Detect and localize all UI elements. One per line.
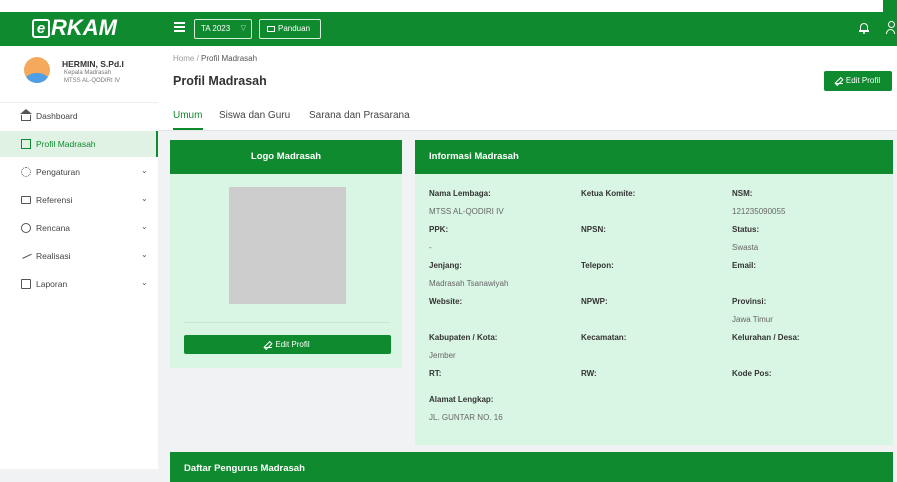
sidebar-item-realisasi[interactable]: Realisasi ⌄	[0, 243, 158, 269]
trend-icon	[20, 249, 32, 259]
folder-icon	[21, 196, 31, 204]
field-label-telepon: Telepon:	[581, 261, 614, 270]
breadcrumb-current: Profil Madrasah	[201, 54, 258, 63]
app-logo[interactable]: e RKAM	[32, 14, 117, 42]
grid-icon	[21, 139, 31, 149]
edit-profil-label: Edit Profil	[845, 76, 881, 85]
panduan-label: Panduan	[278, 24, 311, 33]
chevron-down-icon: ⌄	[141, 222, 148, 231]
user-icon[interactable]	[886, 21, 895, 34]
sidebar: HERMIN, S.Pd.I Kepala Madrasah MTSS AL-Q…	[0, 46, 158, 469]
field-label-kecamatan: Kecamatan:	[581, 333, 627, 342]
field-label-rw: RW:	[581, 369, 597, 378]
fiscal-year-value: TA 2023	[201, 24, 231, 33]
logo-text: RKAM	[51, 15, 117, 40]
sidebar-item-label: Realisasi	[36, 251, 71, 261]
user-name: HERMIN, S.Pd.I	[62, 59, 124, 69]
field-value-jenjang: Madrasah Tsanawiyah	[429, 279, 509, 288]
logo-letter: e	[32, 18, 50, 38]
tab-sarana-dan-prasarana[interactable]: Sarana dan Prasarana	[309, 110, 410, 121]
sidebar-item-profil-madrasah[interactable]: Profil Madrasah	[0, 131, 158, 157]
field-label-rt: RT:	[429, 369, 442, 378]
field-label-ketua-komite: Ketua Komite:	[581, 189, 636, 198]
book-icon	[267, 26, 275, 32]
bell-icon[interactable]	[859, 22, 869, 34]
pengurus-card: Daftar Pengurus Madrasah	[170, 452, 893, 482]
field-label-status: Status:	[732, 225, 760, 234]
pencil-icon	[835, 77, 843, 84]
breadcrumb-home[interactable]: Home	[173, 54, 194, 63]
field-label-nsm: NSM:	[732, 189, 753, 198]
avatar	[24, 57, 50, 83]
field-value-status: Swasta	[732, 243, 759, 252]
sidebar-item-label: Dashboard	[36, 111, 78, 121]
tab-bar: Umum Siswa dan Guru Sarana dan Prasarana	[158, 106, 897, 131]
sidebar-item-laporan[interactable]: Laporan ⌄	[0, 271, 158, 297]
sidebar-item-label: Pengaturan	[36, 167, 80, 177]
chevron-down-icon: ⌄	[141, 194, 148, 203]
gear-icon	[21, 167, 31, 177]
home-icon	[20, 109, 32, 121]
sidebar-item-dashboard[interactable]: Dashboard	[0, 103, 158, 129]
info-card-title: Informasi Madrasah	[415, 140, 893, 174]
breadcrumb: Home / Profil Madrasah	[173, 54, 257, 63]
edit-logo-label: Edit Profil	[275, 340, 310, 349]
breadcrumb-separator: /	[196, 54, 199, 63]
chevron-down-icon: ⌄	[141, 278, 148, 287]
report-icon	[21, 279, 31, 289]
field-value-alamat-lengkap: JL. GUNTAR NO. 16	[429, 413, 503, 422]
user-profile: HERMIN, S.Pd.I Kepala Madrasah MTSS AL-Q…	[0, 46, 158, 102]
edit-logo-button[interactable]: Edit Profil	[184, 335, 391, 354]
field-value-provinsi: Jawa Timur	[732, 315, 773, 324]
page-title: Profil Madrasah	[173, 74, 267, 88]
user-school: MTSS AL-QODIRI IV	[64, 78, 121, 84]
field-value-nama-lembaga: MTSS AL-QODIRI IV	[429, 207, 504, 216]
field-label-npsn: NPSN:	[581, 225, 606, 234]
info-card: Informasi Madrasah Nama Lembaga: MTSS AL…	[415, 140, 893, 445]
sidebar-item-label: Profil Madrasah	[36, 139, 96, 149]
tab-umum[interactable]: Umum	[173, 110, 202, 121]
sidebar-item-pengaturan[interactable]: Pengaturan ⌄	[0, 159, 158, 185]
edit-profil-button[interactable]: Edit Profil	[824, 71, 892, 91]
top-strip	[0, 0, 897, 12]
sidebar-item-referensi[interactable]: Referensi ⌄	[0, 187, 158, 213]
field-label-alamat-lengkap: Alamat Lengkap:	[429, 395, 494, 404]
chevron-down-icon: ⌄	[141, 250, 148, 259]
field-label-kabupaten-kota: Kabupaten / Kota:	[429, 333, 498, 342]
logo-card: Logo Madrasah Edit Profil	[170, 140, 402, 368]
sidebar-item-label: Referensi	[36, 195, 73, 205]
top-navbar: e RKAM TA 2023 ▽ Panduan	[0, 12, 897, 46]
chevron-down-icon: ⌄	[141, 166, 148, 175]
logo-image	[229, 187, 346, 304]
field-label-ppk: PPK:	[429, 225, 449, 234]
field-label-jenjang: Jenjang:	[429, 261, 462, 270]
field-label-email: Email:	[732, 261, 757, 270]
field-label-website: Website:	[429, 297, 463, 306]
user-role: Kepala Madrasah	[64, 70, 112, 76]
field-label-npwp: NPWP:	[581, 297, 608, 306]
field-label-nama-lembaga: Nama Lembaga:	[429, 189, 491, 198]
clock-icon	[21, 223, 31, 233]
logo-card-title: Logo Madrasah	[170, 140, 402, 174]
panduan-button[interactable]: Panduan	[259, 19, 321, 39]
divider	[184, 322, 390, 323]
active-tab-indicator	[173, 128, 203, 130]
main-content: Home / Profil Madrasah Profil Madrasah E…	[158, 46, 897, 482]
sidebar-item-label: Rencana	[36, 223, 71, 233]
chevron-down-icon: ▽	[240, 25, 246, 32]
field-label-kode-pos: Kode Pos:	[732, 369, 772, 378]
page-header: Home / Profil Madrasah Profil Madrasah E…	[158, 46, 897, 106]
field-value-kabupaten-kota: Jember	[429, 351, 456, 360]
field-value-nsm: 121235090055	[732, 207, 786, 216]
field-label-provinsi: Provinsi:	[732, 297, 767, 306]
sidebar-item-label: Laporan	[36, 279, 68, 289]
pencil-icon	[265, 341, 273, 348]
fiscal-year-select[interactable]: TA 2023 ▽	[194, 19, 252, 39]
field-value-ppk: -	[429, 243, 432, 252]
tab-siswa-dan-guru[interactable]: Siswa dan Guru	[219, 110, 290, 121]
sidebar-item-rencana[interactable]: Rencana ⌄	[0, 215, 158, 241]
menu-toggle-icon[interactable]	[174, 22, 185, 33]
field-label-kelurahan-desa: Kelurahan / Desa:	[732, 333, 800, 342]
